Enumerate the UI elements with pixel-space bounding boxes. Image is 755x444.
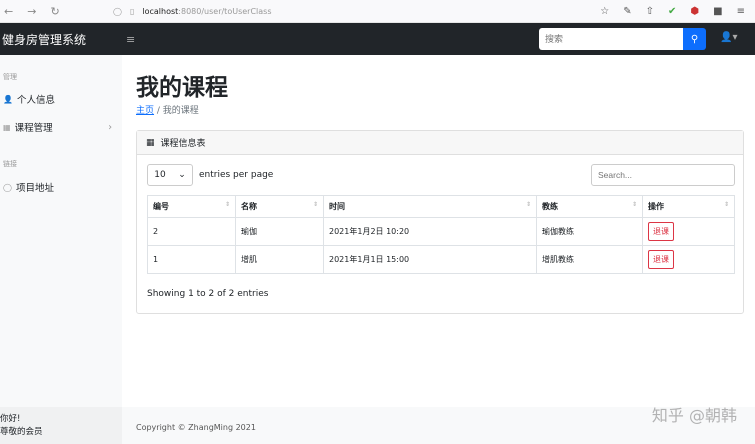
sidebar-heading: 管理 (3, 73, 17, 81)
sort-icon: ⇕ (525, 201, 531, 208)
column-header[interactable]: 时间 ⇕ (323, 195, 537, 218)
chevron-down-icon: ⌄ (178, 170, 186, 180)
column-header[interactable]: 编号 ⇕ (147, 195, 236, 218)
address-bar[interactable]: ◯ ▯ localhost:8080/user/toUserClass (113, 7, 600, 16)
table-icon: ▦ (3, 122, 11, 132)
sidebar-item-project-link[interactable]: ◯ 项目地址 (0, 177, 122, 197)
table-row: 1 增肌 2021年1月1日 15:00 增肌教练 退课 (147, 245, 735, 274)
reload-icon[interactable]: ↻ (50, 5, 59, 18)
main-content: 我的课程 主页 / 我的课程 ▦ 课程信息表 10 ⌄ entries per pa… (122, 55, 755, 444)
back-icon[interactable]: ← (4, 5, 13, 18)
github-icon: ◯ (3, 182, 12, 192)
bookmark-star-icon[interactable]: ☆ (600, 6, 609, 17)
column-header[interactable]: 操作 ⇕ (642, 195, 735, 218)
column-header[interactable]: 教练 ⇕ (536, 195, 643, 218)
shield-icon: ◯ (113, 6, 122, 16)
sidebar-footer: 你好! 尊敬的会员 (0, 407, 122, 444)
breadcrumb-home-link[interactable]: 主页 (136, 106, 154, 116)
search-button[interactable]: ⚲ (683, 28, 706, 50)
navbar-search-input[interactable] (539, 28, 683, 50)
sidebar-toggle-icon[interactable]: ≡ (126, 33, 135, 46)
sort-icon: ⇕ (723, 201, 729, 208)
search-icon: ⚲ (690, 33, 699, 45)
sort-icon: ⇕ (224, 201, 230, 208)
breadcrumb: 主页 / 我的课程 (136, 106, 199, 116)
course-table: 编号 ⇕ 名称 ⇕ 时间 ⇕ 教练 ⇕ 操作 ⇕ 2 瑜伽 2021年1月2日 10:20 瑜伽… (147, 195, 735, 274)
brand[interactable]: 健身房管理系统 (0, 31, 122, 48)
menu-icon[interactable]: ≡ (737, 6, 745, 17)
share-icon[interactable]: ⇧ (646, 6, 654, 17)
extension-icon-2[interactable]: ■ (713, 6, 722, 17)
table-icon: ▦ (146, 137, 155, 148)
sidebar: 管理 👤 个人信息 ▦ 课程管理 › 链接 ◯ 项目地址 你好! 尊敬的会员 (0, 55, 122, 444)
page-title: 我的课程 (136, 75, 228, 101)
page-size-select[interactable]: 10 ⌄ (147, 164, 193, 186)
navbar-search: ⚲ (539, 28, 706, 50)
course-table-card: ▦课程信息表 10⌄ entries per page 编号⇕ 名称⇕ 时间⇕ … (136, 130, 744, 314)
table-search-input[interactable] (591, 164, 735, 186)
drop-course-button[interactable]: 退课 (648, 222, 674, 241)
column-header[interactable]: 名称 ⇕ (235, 195, 324, 218)
forward-icon[interactable]: → (27, 5, 36, 18)
drop-course-button[interactable]: 退课 (648, 250, 674, 269)
top-navbar: 健身房管理系统 ≡ ⚲ 👤▾ (0, 23, 755, 55)
table-info: Showing 1 to 2 of 2 entries (147, 289, 269, 299)
user-icon: 👤 (3, 94, 13, 104)
page-icon: ▯ (129, 6, 135, 16)
sidebar-item-courses[interactable]: ▦ 课程管理 › (0, 117, 122, 137)
browser-toolbar: ← → ↻ ◯ ▯ localhost:8080/user/toUserClass ☆ ✎… (0, 0, 755, 23)
sort-icon: ⇕ (312, 201, 318, 208)
sidebar-heading: 链接 (3, 160, 17, 168)
watermark: 知乎 @朝韩 (651, 406, 737, 425)
sidebar-item-profile[interactable]: 👤 个人信息 (0, 89, 122, 109)
extension-icon[interactable]: ✔ (668, 6, 676, 17)
wrench-icon[interactable]: ✎ (623, 6, 631, 17)
user-dropdown-icon[interactable]: 👤▾ (720, 32, 737, 43)
chevron-right-icon: › (108, 121, 112, 133)
table-row: 2 瑜伽 2021年1月2日 10:20 瑜伽教练 退课 (147, 217, 735, 246)
shield-extension-icon[interactable]: ⬢ (690, 6, 699, 17)
sort-icon: ⇕ (631, 201, 637, 208)
